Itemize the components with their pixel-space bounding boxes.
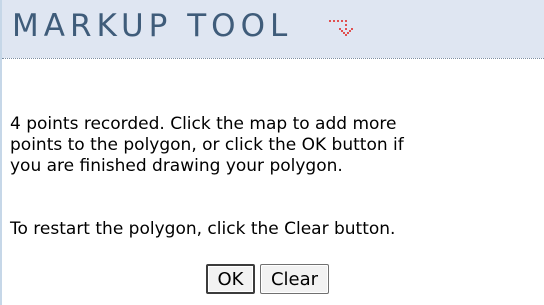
- ok-button[interactable]: OK: [206, 264, 255, 294]
- restart-instruction: To restart the polygon, click the Clear …: [10, 219, 396, 239]
- button-row: OK Clear: [206, 264, 329, 294]
- markup-tool-panel: MARKUP TOOL 4 points recorded. Click the…: [2, 0, 544, 305]
- panel-title: MARKUP TOOL: [12, 8, 293, 44]
- instruction-line-1: 4 points recorded. Click the map to add …: [10, 114, 397, 134]
- instruction-line-3: you are finished drawing your polygon.: [10, 156, 343, 176]
- down-arrow-icon[interactable]: [327, 14, 357, 38]
- instruction-text: 4 points recorded. Click the map to add …: [10, 114, 542, 177]
- instruction-line-2: points to the polygon, or click the OK b…: [10, 135, 404, 155]
- clear-button[interactable]: Clear: [260, 264, 329, 294]
- header-divider: [2, 58, 544, 59]
- panel-header: MARKUP TOOL: [2, 0, 544, 58]
